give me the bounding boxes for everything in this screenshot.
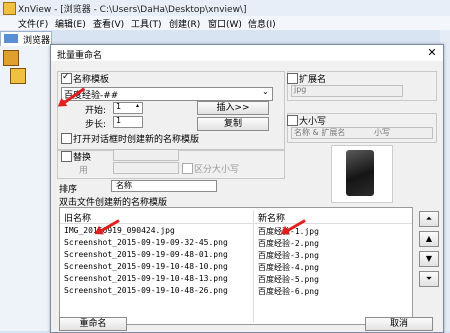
table-row[interactable]: Screenshot_2015-09-19-09-32-45.png 百度经验-2… [60, 238, 412, 249]
step-label: 步长: [85, 120, 107, 130]
move-bottom-icon[interactable]: ⏷ [419, 271, 439, 287]
extension-label: 扩展名 [299, 75, 327, 85]
cancel-button[interactable]: 取消 [365, 317, 433, 331]
batch-rename-dialog: 批量重命名 ✕ 名称模板 百度经验-## ⌄ 开始: 1 ▴ 步长: 1 插入>… [50, 44, 444, 333]
move-up-icon[interactable]: ▲ [419, 231, 439, 247]
case-sensitive-label: 区分大小写 [194, 165, 240, 175]
open-dialog-checkbox[interactable] [61, 133, 72, 144]
table-row[interactable]: Screenshot_2015-09-19-09-48-01.png 百度经验-3… [60, 250, 412, 261]
table-row[interactable]: Screenshot_2015-09-19-10-48-13.png 百度经验-5… [60, 274, 412, 285]
step-stepper[interactable]: 1 [113, 116, 143, 128]
dialog-title: 批量重命名 [57, 51, 103, 61]
tab-browser-label: 浏览器 [23, 36, 51, 46]
replace-find-input[interactable] [113, 149, 179, 161]
table-row[interactable]: Screenshot_2015-09-19-10-48-10.png 百度经验-4… [60, 262, 412, 273]
insert-button[interactable]: 插入>> [197, 101, 269, 115]
dialog-titlebar: 批量重命名 ✕ [51, 45, 443, 61]
folder-icon[interactable] [3, 50, 19, 66]
window-titlebar: XnView - [浏览器 - C:\Users\DaHa\Desktop\xn… [0, 0, 450, 17]
window-title: XnView - [浏览器 - C:\Users\DaHa\Desktop\xn… [18, 5, 247, 15]
app-icon [3, 2, 16, 15]
file-list[interactable]: 旧名称 新名称 IMG_20150919_090424.jpg百度经验-1.jp… [59, 207, 413, 325]
left-pane [0, 46, 51, 331]
menu-bar: 文件(F) 编辑(E) 查看(V) 工具(T) 创建(R) 窗口(W) 信息(I… [0, 16, 450, 30]
replace-label: 替换 [73, 153, 92, 163]
old-name-header[interactable]: 旧名称 [64, 211, 91, 224]
copy-button[interactable]: 复制 [197, 117, 269, 131]
menu-create[interactable]: 创建(R) [169, 17, 200, 30]
extension-checkbox[interactable] [287, 73, 298, 84]
table-row[interactable]: Screenshot_2015-09-19-10-48-26.png 百度经验-6… [60, 286, 412, 297]
new-name-header[interactable]: 新名称 [258, 211, 285, 224]
extension-input[interactable]: jpg [291, 85, 403, 97]
start-label: 开始: [85, 106, 107, 116]
open-dialog-label: 打开对话框时创建新的名称模版 [73, 135, 200, 145]
tab-browser[interactable]: 浏览器 [0, 31, 52, 47]
replace-with-label: 用 [79, 166, 89, 176]
folder-tree-icon[interactable] [10, 68, 26, 84]
replace-checkbox[interactable] [61, 151, 72, 162]
name-template-checkbox[interactable] [61, 72, 72, 84]
replace-with-input[interactable] [113, 162, 179, 174]
rename-button[interactable]: 重命名 [59, 317, 127, 331]
table-row[interactable]: IMG_20150919_090424.jpg百度经验-1.jpg [60, 226, 412, 237]
menu-info[interactable]: 信息(I) [248, 17, 276, 30]
menu-window[interactable]: 窗口(W) [208, 17, 242, 30]
name-template-label: 名称模板 [73, 75, 110, 85]
menu-file[interactable]: 文件(F) [18, 17, 48, 30]
close-icon[interactable]: ✕ [425, 46, 439, 60]
preview-image [331, 145, 393, 203]
move-down-icon[interactable]: ▼ [419, 251, 439, 267]
menu-tools[interactable]: 工具(T) [131, 17, 162, 30]
browser-icon [4, 34, 18, 43]
case-sensitive-checkbox[interactable] [182, 163, 193, 174]
sort-select[interactable]: 名称 [111, 180, 217, 192]
case-select[interactable]: 名称 & 扩展名 小写 [291, 127, 433, 139]
menu-edit[interactable]: 编辑(E) [55, 17, 86, 30]
menu-view[interactable]: 查看(V) [93, 17, 124, 30]
preview-photo [346, 150, 374, 196]
dropdown-arrow-icon[interactable]: ⌄ [262, 87, 269, 96]
start-stepper[interactable]: 1 ▴ [113, 102, 143, 114]
name-template-input[interactable]: 百度经验-## ⌄ [61, 87, 273, 101]
case-label: 大小写 [299, 117, 327, 127]
case-checkbox[interactable] [287, 115, 298, 126]
stepper-arrows-icon: ▴ [136, 102, 140, 109]
sort-label: 排序 [59, 185, 78, 195]
move-top-icon[interactable]: ⏶ [419, 211, 439, 227]
